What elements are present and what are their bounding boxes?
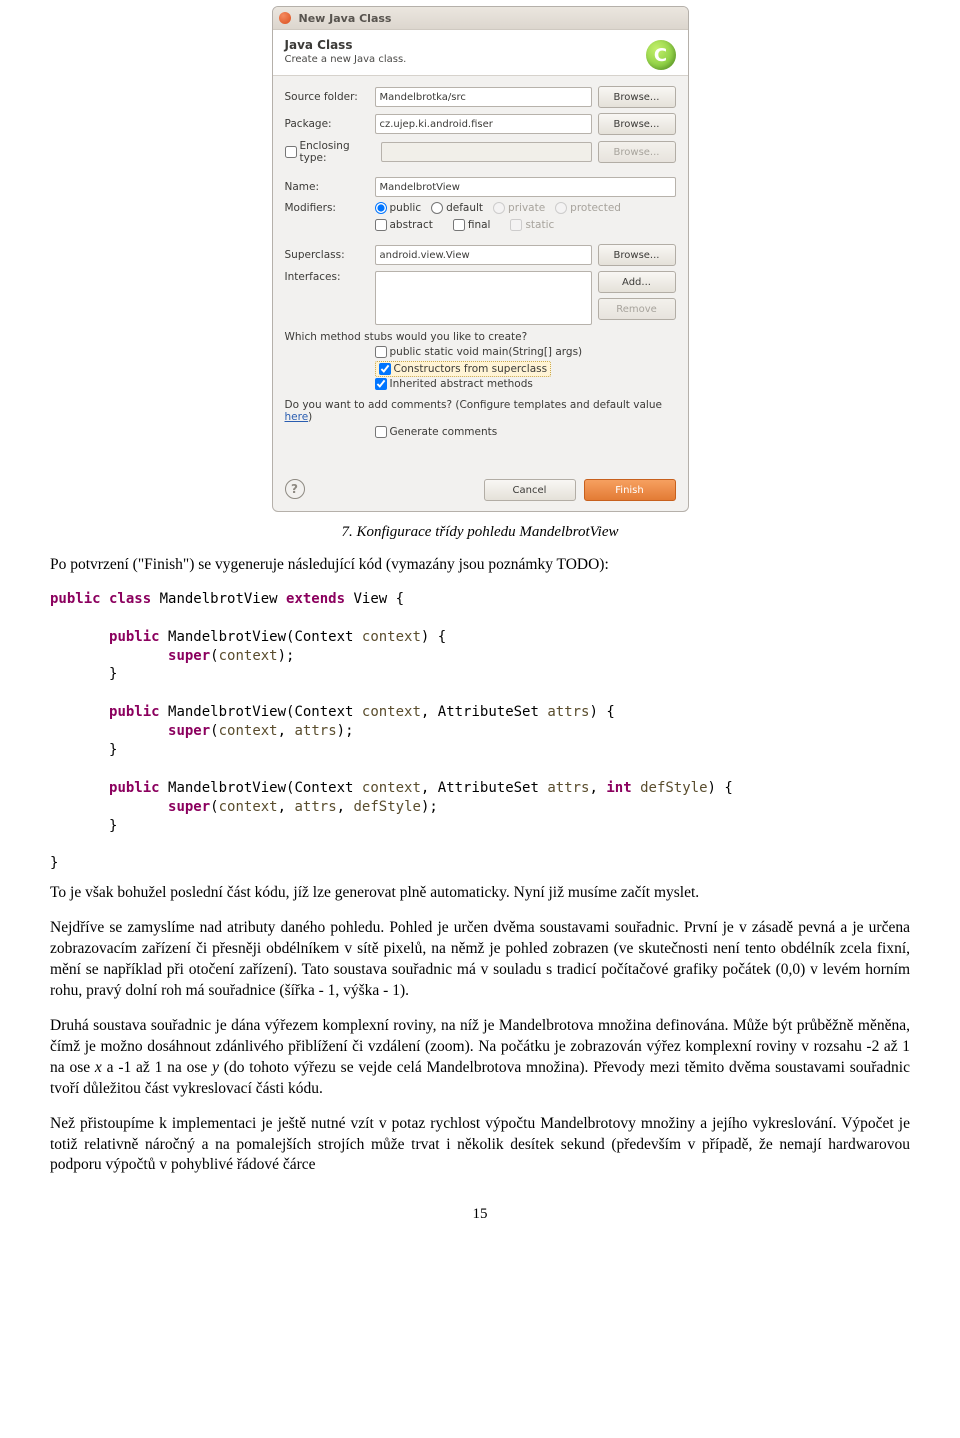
remove-interface-button: Remove — [598, 298, 676, 320]
source-folder-input[interactable]: Mandelbrotka/src — [375, 87, 592, 107]
page-number: 15 — [50, 1206, 910, 1223]
banner-subtitle: Create a new Java class. — [285, 54, 676, 65]
dialog-titlebar: New Java Class — [273, 7, 688, 30]
new-class-dialog: New Java Class Java Class Create a new J… — [272, 6, 689, 512]
code-block: public class MandelbrotView extends View… — [50, 590, 910, 873]
browse-package-button[interactable]: Browse... — [598, 113, 676, 135]
comments-question: Do you want to add comments? (Configure … — [285, 399, 676, 423]
checkbox-constructors[interactable]: Constructors from superclass — [375, 361, 552, 377]
paragraph-4: Druhá soustava souřadnic je dána výřezem… — [50, 1016, 910, 1100]
dialog-title: New Java Class — [299, 12, 392, 25]
interfaces-label: Interfaces: — [285, 271, 369, 283]
checkbox-final[interactable]: final — [453, 219, 491, 231]
cancel-button[interactable]: Cancel — [484, 479, 576, 501]
browse-enclosing-button: Browse... — [598, 141, 676, 163]
radio-default[interactable]: default — [431, 202, 483, 214]
browse-superclass-button[interactable]: Browse... — [598, 244, 676, 266]
enclosing-type-checkbox[interactable]: Enclosing type: — [285, 140, 375, 164]
browse-source-button[interactable]: Browse... — [598, 86, 676, 108]
finish-button[interactable]: Finish — [584, 479, 676, 501]
source-folder-label: Source folder: — [285, 91, 369, 103]
modifiers-access-group: public default private protected — [375, 202, 621, 214]
package-input[interactable]: cz.ujep.ki.android.fiser — [375, 114, 592, 134]
add-interface-button[interactable]: Add... — [598, 271, 676, 293]
checkbox-abstract[interactable]: abstract — [375, 219, 433, 231]
modifiers-other-group: abstract final static — [375, 219, 565, 231]
paragraph-3: Nejdříve se zamyslíme nad atributy danéh… — [50, 918, 910, 1002]
superclass-input[interactable]: android.view.View — [375, 245, 592, 265]
checkbox-static: static — [510, 219, 554, 231]
radio-protected: protected — [555, 202, 621, 214]
dialog-banner: Java Class Create a new Java class. C — [273, 30, 688, 76]
intro-paragraph: Po potvrzení ("Finish") se vygeneruje ná… — [50, 555, 910, 576]
checkbox-inherited-abstract[interactable]: Inherited abstract methods — [375, 378, 533, 390]
name-label: Name: — [285, 181, 369, 193]
figure-caption: 7. Konfigurace třídy pohledu MandelbrotV… — [50, 524, 910, 541]
radio-public[interactable]: public — [375, 202, 422, 214]
checkbox-generate-comments[interactable]: Generate comments — [375, 426, 498, 438]
close-icon[interactable] — [279, 12, 291, 24]
modifiers-label: Modifiers: — [285, 202, 369, 214]
paragraph-after-code: To je však bohužel poslední část kódu, j… — [50, 883, 910, 904]
checkbox-main-method[interactable]: public static void main(String[] args) — [375, 346, 583, 358]
package-label: Package: — [285, 118, 369, 130]
interfaces-list[interactable] — [375, 271, 592, 325]
radio-private: private — [493, 202, 545, 214]
paragraph-5: Než přistoupíme k implementaci je ještě … — [50, 1114, 910, 1177]
method-stubs-question: Which method stubs would you like to cre… — [285, 331, 676, 343]
configure-templates-link[interactable]: here — [285, 411, 309, 423]
superclass-label: Superclass: — [285, 249, 369, 261]
banner-title: Java Class — [285, 38, 676, 52]
class-icon: C — [646, 40, 676, 70]
enclosing-type-input — [381, 142, 592, 162]
help-icon[interactable]: ? — [285, 479, 305, 499]
name-input[interactable]: MandelbrotView — [375, 177, 676, 197]
